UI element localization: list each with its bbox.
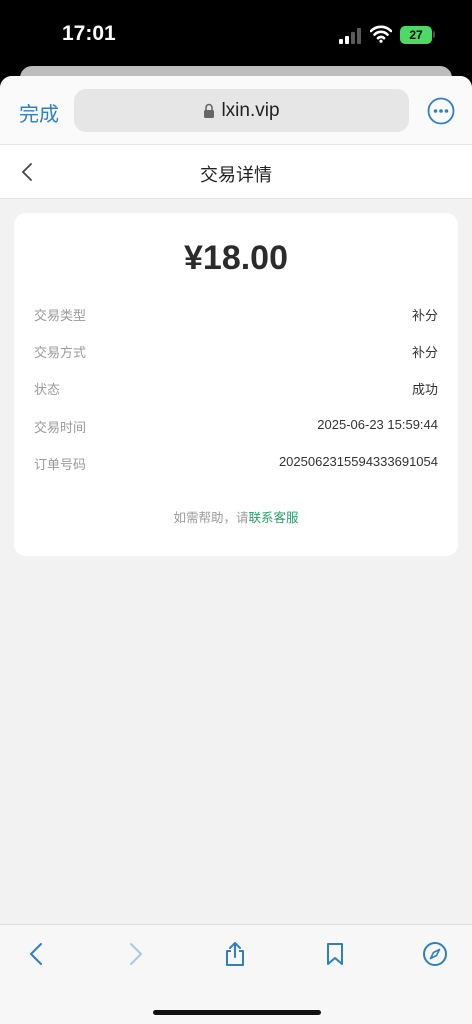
url-bar[interactable]: lxin.vip [74,89,409,132]
detail-label: 订单号码 [34,458,87,473]
done-button[interactable]: 完成 [19,98,59,127]
bookmark-icon[interactable] [322,941,348,967]
help-text: 如需帮助，请联系客服 [14,507,458,526]
detail-label: 状态 [34,383,61,398]
transaction-card: ¥18.00 交易类型 补分 交易方式 补分 状态 成功 交易时间 2025-0… [14,213,458,556]
status-time: 17:01 [62,22,116,45]
back-arrow-icon[interactable] [24,941,50,967]
detail-value: 成功 [411,382,438,397]
detail-value: 2025062315594333691054 [278,454,438,469]
lock-icon [204,103,215,118]
detail-row-method: 交易方式 补分 [34,342,438,362]
more-icon[interactable] [427,97,455,125]
detail-row-time: 交易时间 2025-06-23 15:59:44 [34,417,438,437]
help-prefix: 如需帮助，请 [173,510,249,525]
detail-label: 交易时间 [34,421,87,436]
battery-indicator: 27 [400,26,432,44]
detail-row-type: 交易类型 补分 [34,305,438,325]
page-title: 交易详情 [200,165,272,186]
browser-toolbar [0,924,472,1024]
detail-value: 2025-06-23 15:59:44 [317,417,438,432]
detail-label: 交易类型 [34,309,87,324]
detail-label: 交易方式 [34,346,87,361]
transaction-amount: ¥18.00 [184,239,288,277]
page-header: 交易详情 [0,144,472,199]
compass-icon[interactable] [422,941,448,967]
status-bar: 17:01 27 [0,0,472,75]
forward-arrow-icon[interactable] [122,941,148,967]
detail-value: 补分 [411,308,438,323]
url-text: lxin.vip [221,99,280,121]
browser-sheet: 完成 lxin.vip 交易详情 ¥18.00 交易类型 补分 交易方式 补分 … [0,76,472,1024]
cellular-signal-icon [339,28,363,44]
battery-level: 27 [409,28,423,42]
detail-row-order-number: 订单号码 2025062315594333691054 [34,454,438,474]
battery-tip [433,31,435,38]
detail-row-status: 状态 成功 [34,379,438,399]
home-indicator [153,1010,321,1015]
detail-value: 补分 [411,345,438,360]
browser-bar: 完成 lxin.vip [0,76,472,144]
contact-support-link[interactable]: 联系客服 [249,510,299,525]
share-icon[interactable] [222,941,248,967]
wifi-icon [370,25,392,43]
